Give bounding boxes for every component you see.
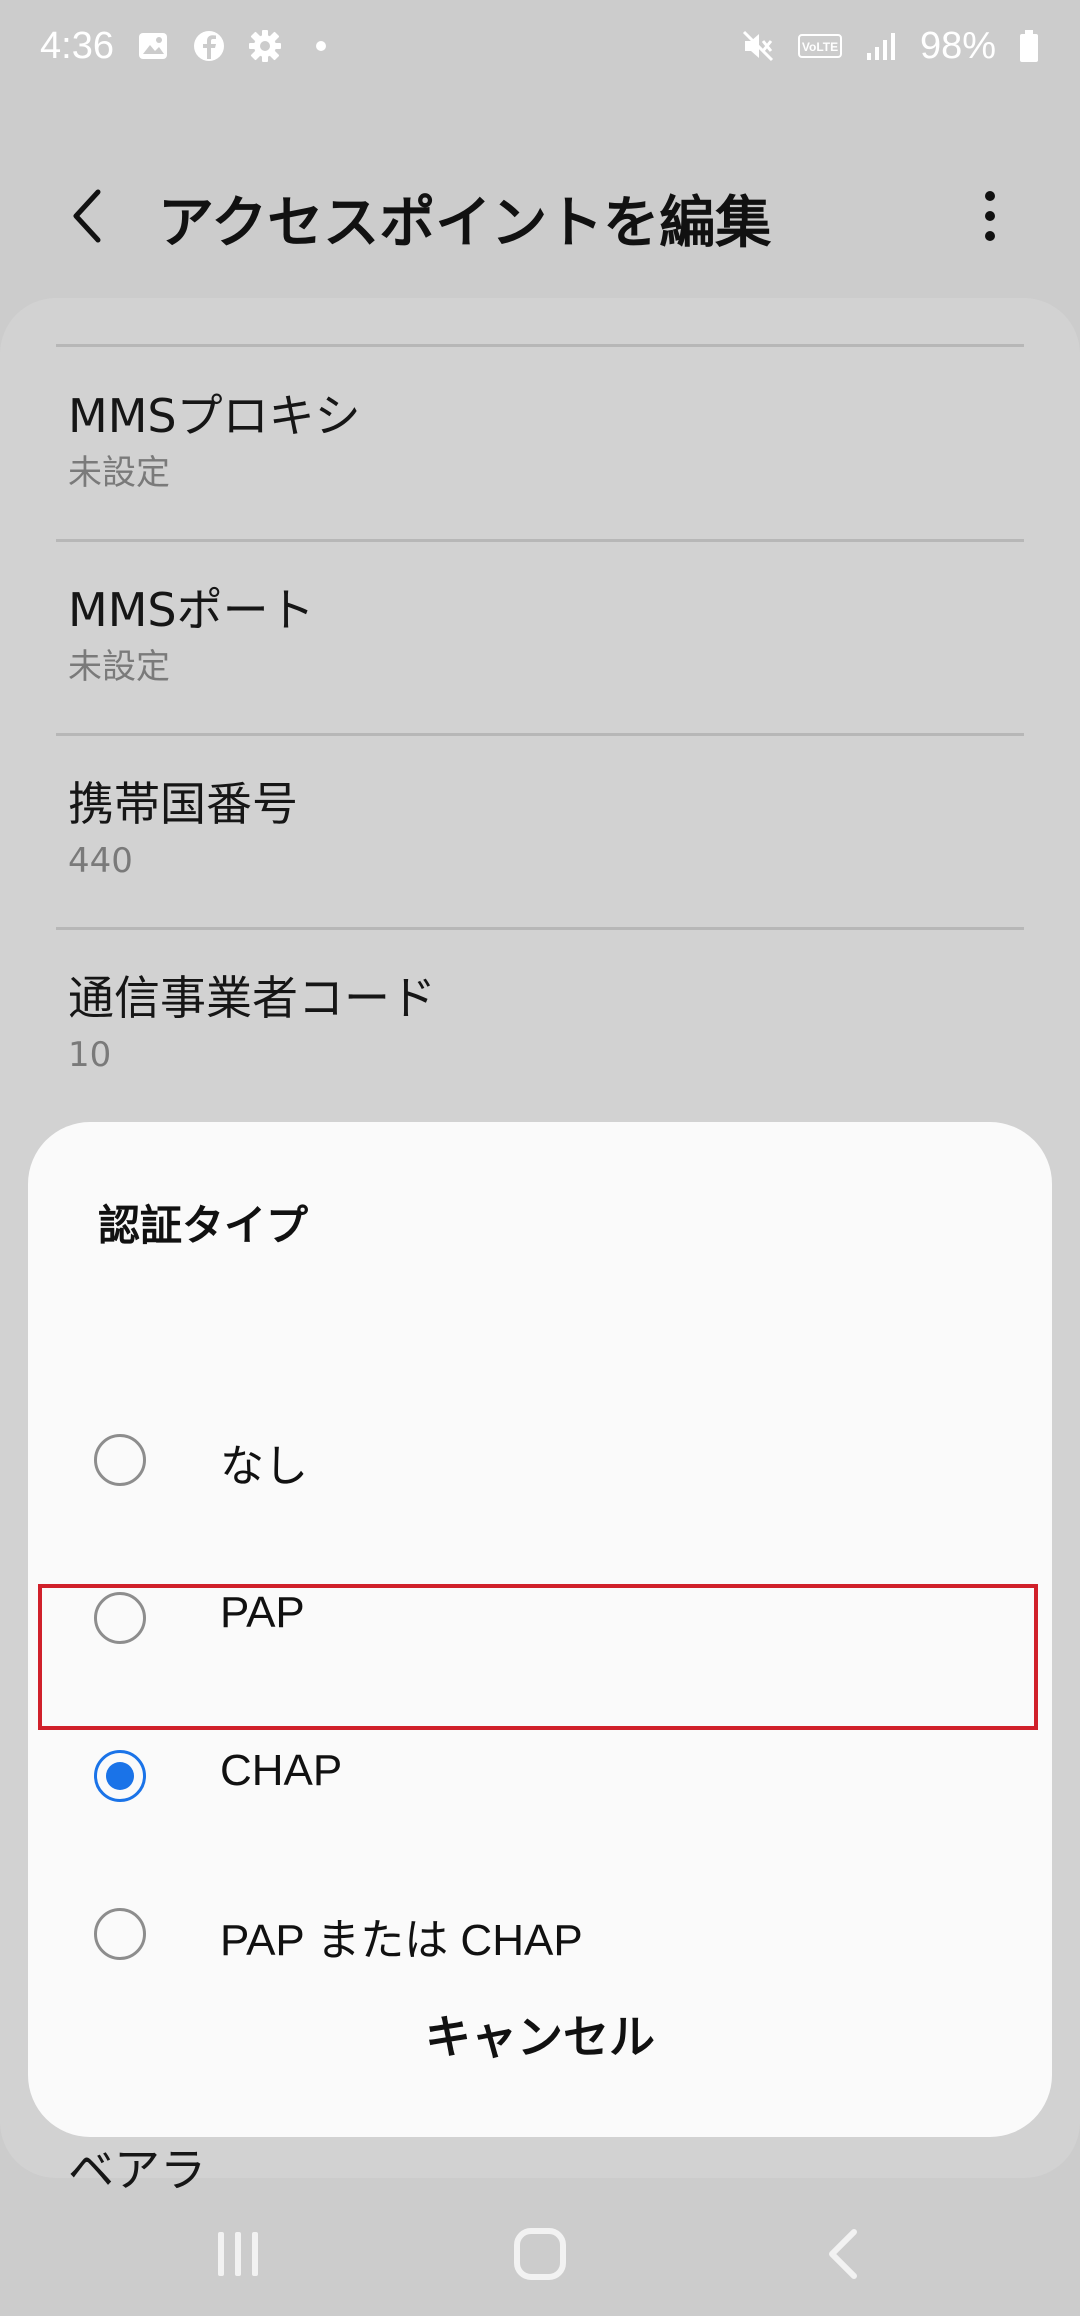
- divider: [56, 927, 1024, 930]
- more-options-button[interactable]: [960, 178, 1020, 254]
- status-right: VoLTE 98%: [740, 25, 1040, 68]
- notification-dot-icon: [304, 29, 338, 63]
- back-nav-button[interactable]: [820, 2226, 868, 2286]
- recents-icon: [218, 2232, 258, 2276]
- back-arrow-icon: [73, 189, 101, 243]
- battery-percent: 98%: [919, 24, 996, 67]
- option-none[interactable]: なし: [28, 1384, 1052, 1542]
- divider: [56, 344, 1024, 347]
- settings-item-value: 未設定: [68, 453, 170, 493]
- app-bar: アクセスポイントを編集: [0, 150, 1080, 280]
- settings-item-mnc[interactable]: 通信事業者コード 10: [68, 968, 1008, 1080]
- facebook-icon: [192, 29, 226, 63]
- settings-icon: [248, 29, 282, 63]
- settings-item-label: MMSポート: [68, 583, 315, 637]
- settings-item-bearer[interactable]: ベアラ: [68, 2134, 206, 2200]
- settings-item-label: 通信事業者コード: [68, 971, 436, 1025]
- settings-item-label: 携帯国番号: [68, 777, 298, 831]
- back-button[interactable]: [58, 178, 118, 254]
- page-title: アクセスポイントを編集: [158, 191, 772, 256]
- mute-icon: [740, 28, 776, 64]
- settings-item-mms-port[interactable]: MMSポート 未設定: [68, 580, 1008, 692]
- highlight-box: [38, 1584, 1038, 1730]
- gallery-icon: [136, 29, 170, 63]
- navigation-bar: [0, 2196, 1080, 2316]
- settings-item-mcc[interactable]: 携帯国番号 440: [68, 774, 1008, 886]
- status-bar: 4:36 VoLTE 98%: [0, 0, 1080, 92]
- home-button[interactable]: [512, 2226, 568, 2286]
- settings-item-label: MMSプロキシ: [68, 389, 361, 443]
- settings-item-value: 440: [68, 841, 133, 881]
- divider: [56, 539, 1024, 542]
- status-time: 4:36: [40, 24, 114, 67]
- battery-icon: [1018, 29, 1040, 63]
- radio-button[interactable]: [94, 1908, 146, 1960]
- settings-item-mms-proxy[interactable]: MMSプロキシ 未設定: [68, 386, 1008, 498]
- radio-button-selected[interactable]: [94, 1750, 146, 1802]
- option-label: PAP または CHAP: [220, 1916, 583, 1965]
- dialog-title: 認証タイプ: [98, 1201, 309, 1250]
- settings-item-value: 未設定: [68, 647, 170, 687]
- option-label: なし: [220, 1442, 308, 1491]
- radio-button[interactable]: [94, 1434, 146, 1486]
- cancel-button[interactable]: キャンセル: [28, 1984, 1052, 2084]
- recents-button[interactable]: [208, 2226, 268, 2286]
- home-icon: [514, 2228, 566, 2280]
- signal-icon: [864, 29, 898, 63]
- status-left: 4:36: [40, 25, 338, 68]
- svg-text:VoLTE: VoLTE: [802, 40, 838, 54]
- volte-icon: VoLTE: [797, 31, 842, 61]
- divider: [56, 733, 1024, 736]
- settings-item-value: 10: [68, 1035, 112, 1075]
- more-vertical-icon: [985, 191, 995, 241]
- option-label: CHAP: [220, 1746, 343, 1795]
- back-icon: [829, 2229, 857, 2279]
